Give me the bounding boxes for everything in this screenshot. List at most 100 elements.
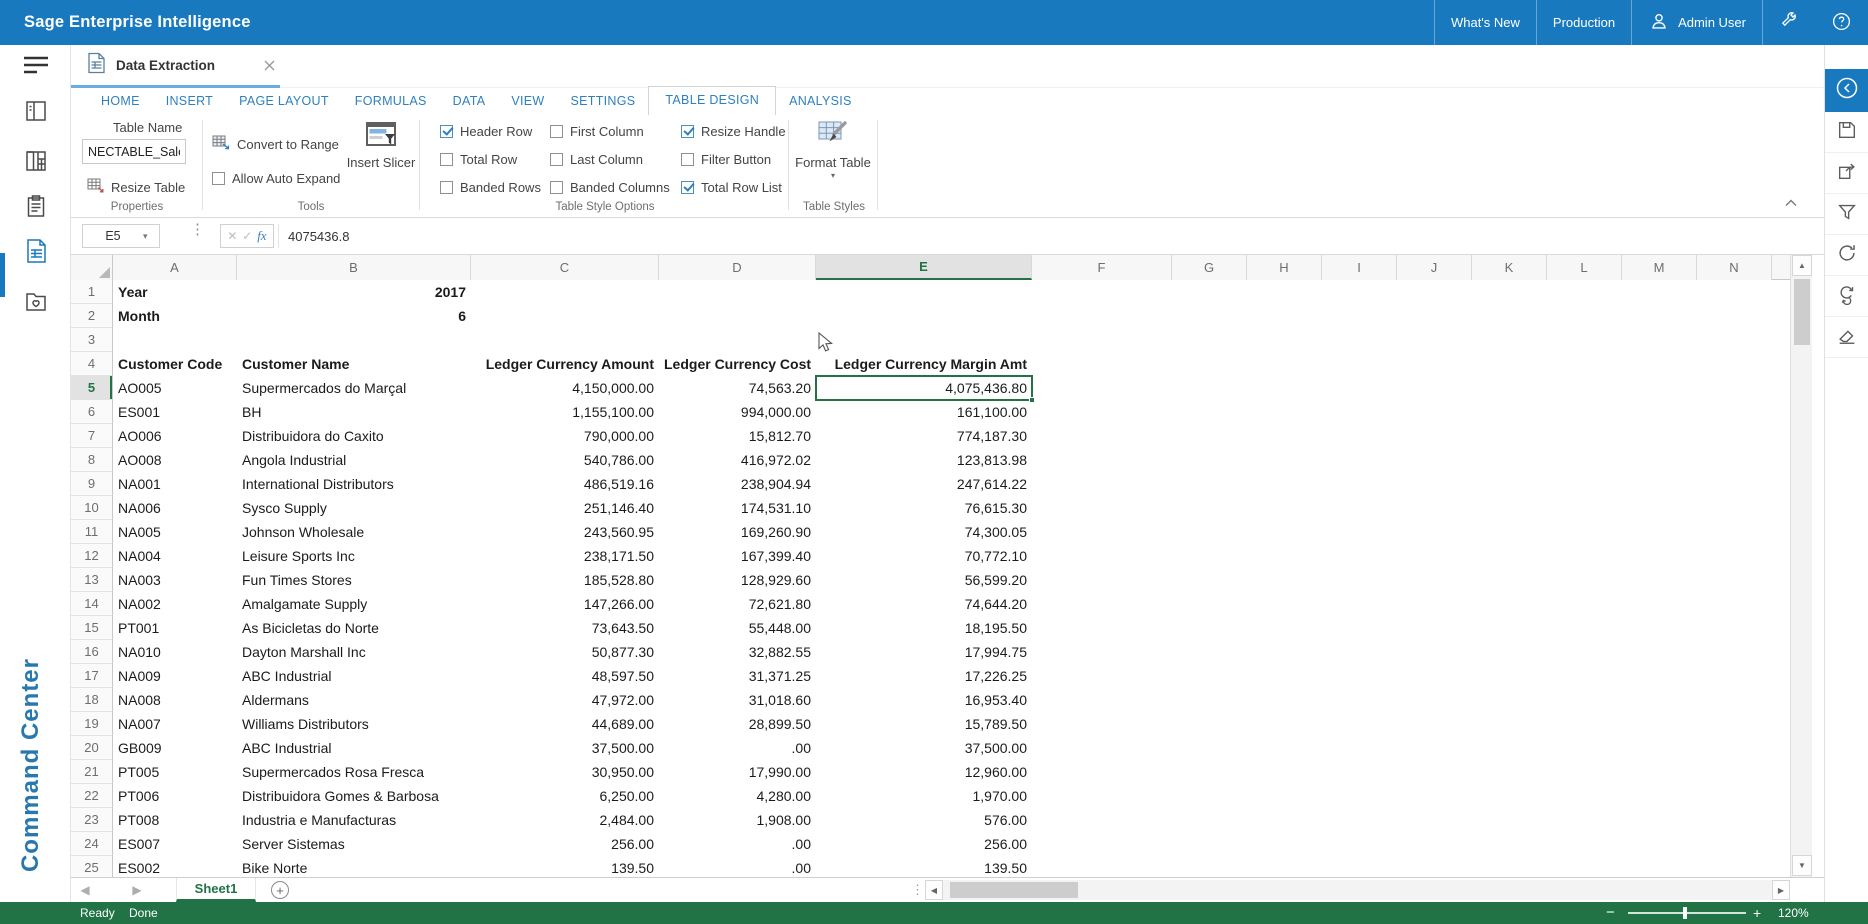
cell-D17[interactable]: 31,371.25 (659, 664, 816, 688)
ribbon-tab-insert[interactable]: INSERT (153, 88, 226, 115)
column-header-B[interactable]: B (237, 255, 471, 280)
cell-B14[interactable]: Amalgamate Supply (237, 592, 471, 616)
column-header-K[interactable]: K (1472, 255, 1547, 280)
cell-B23[interactable]: Industria e Manufacturas (237, 808, 471, 832)
cell-D5[interactable]: 74,563.20 (659, 376, 816, 400)
whats-new-button[interactable]: What's New (1434, 0, 1536, 45)
cell-C5[interactable]: 4,150,000.00 (471, 376, 659, 400)
cell-A16[interactable]: NA010 (113, 640, 237, 664)
cell-A21[interactable]: PT005 (113, 760, 237, 784)
cell-D22[interactable]: 4,280.00 (659, 784, 816, 808)
insert-function-icon[interactable]: fx (257, 228, 266, 244)
column-header-I[interactable]: I (1322, 255, 1397, 280)
collapse-ribbon-button[interactable] (1785, 195, 1797, 210)
tools-button[interactable] (1762, 0, 1815, 45)
share-button[interactable] (1825, 153, 1868, 194)
cell-E10[interactable]: 76,615.30 (816, 496, 1032, 520)
scroll-right-icon[interactable]: ▶ (1772, 880, 1790, 900)
cell-D11[interactable]: 169,260.90 (659, 520, 816, 544)
cell-B9[interactable]: International Distributors (237, 472, 471, 496)
user-menu-button[interactable]: Admin User (1631, 0, 1762, 45)
ribbon-tab-data[interactable]: DATA (440, 88, 499, 115)
cell-A1[interactable]: Year (113, 280, 237, 304)
cell-D7[interactable]: 15,812.70 (659, 424, 816, 448)
style-option-header-row[interactable]: Header Row (440, 124, 532, 139)
menu-button[interactable] (0, 45, 71, 89)
confirm-icon[interactable]: ✓ (242, 229, 252, 243)
cell-A8[interactable]: AO008 (113, 448, 237, 472)
horizontal-scroll-thumb[interactable] (950, 882, 1078, 898)
column-header-N[interactable]: N (1697, 255, 1772, 280)
cell-C13[interactable]: 185,528.80 (471, 568, 659, 592)
cell-C6[interactable]: 1,155,100.00 (471, 400, 659, 424)
column-header-E[interactable]: E (816, 255, 1032, 280)
environment-button[interactable]: Production (1536, 0, 1631, 45)
cell-D25[interactable]: .00 (659, 856, 816, 877)
cell-E21[interactable]: 12,960.00 (816, 760, 1032, 784)
cell-B11[interactable]: Johnson Wholesale (237, 520, 471, 544)
row-header-15[interactable]: 15 (71, 616, 112, 640)
cell-B17[interactable]: ABC Industrial (237, 664, 471, 688)
cell-E7[interactable]: 774,187.30 (816, 424, 1032, 448)
row-header-10[interactable]: 10 (71, 496, 112, 520)
row-header-23[interactable]: 23 (71, 808, 112, 832)
style-option-filter-button[interactable]: Filter Button (681, 152, 771, 167)
sync-button[interactable] (1825, 276, 1868, 317)
cell-E16[interactable]: 17,994.75 (816, 640, 1032, 664)
sidebar-item-notebook[interactable] (0, 91, 71, 135)
scroll-left-icon[interactable]: ◀ (925, 880, 943, 900)
cell-E24[interactable]: 256.00 (816, 832, 1032, 856)
filter-button[interactable] (1825, 194, 1868, 235)
style-option-banded-rows[interactable]: Banded Rows (440, 180, 541, 195)
cell-B19[interactable]: Williams Distributors (237, 712, 471, 736)
allow-auto-expand-checkbox[interactable]: Allow Auto Expand (212, 171, 340, 186)
cell-A11[interactable]: NA005 (113, 520, 237, 544)
cell-A2[interactable]: Month (113, 304, 237, 328)
cell-C4[interactable]: Ledger Currency Amount (471, 352, 659, 376)
cell-B4[interactable]: Customer Name (237, 352, 471, 376)
scroll-up-icon[interactable]: ▲ (1792, 255, 1812, 276)
cell-D13[interactable]: 128,929.60 (659, 568, 816, 592)
cell-B18[interactable]: Aldermans (237, 688, 471, 712)
cell-B15[interactable]: As Bicicletas do Norte (237, 616, 471, 640)
cell-B20[interactable]: ABC Industrial (237, 736, 471, 760)
cell-E5[interactable]: 4,075,436.80 (816, 376, 1032, 400)
cell-A10[interactable]: NA006 (113, 496, 237, 520)
cell-C24[interactable]: 256.00 (471, 832, 659, 856)
cell-D21[interactable]: 17,990.00 (659, 760, 816, 784)
row-header-22[interactable]: 22 (71, 784, 112, 808)
cell-B2[interactable]: 6 (237, 304, 471, 328)
row-header-5[interactable]: 5 (71, 376, 112, 400)
cell-B7[interactable]: Distribuidora do Caxito (237, 424, 471, 448)
cell-E6[interactable]: 161,100.00 (816, 400, 1032, 424)
formula-bar-options-icon[interactable]: ⋮ (190, 223, 202, 236)
scroll-down-icon[interactable]: ▼ (1792, 855, 1812, 876)
row-header-3[interactable]: 3 (71, 328, 112, 352)
row-header-16[interactable]: 16 (71, 640, 112, 664)
cell-B1[interactable]: 2017 (237, 280, 471, 304)
row-header-4[interactable]: 4 (71, 352, 112, 376)
row-header-24[interactable]: 24 (71, 832, 112, 856)
column-header-M[interactable]: M (1622, 255, 1697, 280)
row-header-1[interactable]: 1 (71, 280, 112, 304)
cell-C14[interactable]: 147,266.00 (471, 592, 659, 616)
cell-A13[interactable]: NA003 (113, 568, 237, 592)
cell-D19[interactable]: 28,899.50 (659, 712, 816, 736)
resize-table-button[interactable]: Resize Table (87, 177, 185, 197)
name-box[interactable]: E5 ▾ (82, 224, 160, 248)
row-header-6[interactable]: 6 (71, 400, 112, 424)
cell-C12[interactable]: 238,171.50 (471, 544, 659, 568)
cell-C16[interactable]: 50,877.30 (471, 640, 659, 664)
vertical-scrollbar[interactable]: ▲ ▼ (1790, 255, 1812, 877)
cell-C17[interactable]: 48,597.50 (471, 664, 659, 688)
cell-E22[interactable]: 1,970.00 (816, 784, 1032, 808)
cell-E18[interactable]: 16,953.40 (816, 688, 1032, 712)
sidebar-item-reports[interactable] (0, 186, 71, 230)
row-header-11[interactable]: 11 (71, 520, 112, 544)
cell-C10[interactable]: 251,146.40 (471, 496, 659, 520)
cell-E4[interactable]: Ledger Currency Margin Amt (816, 352, 1032, 376)
sidebar-item-dashboards[interactable] (0, 141, 71, 185)
ribbon-tab-settings[interactable]: SETTINGS (558, 88, 649, 115)
save-button[interactable] (1825, 112, 1868, 153)
cell-A15[interactable]: PT001 (113, 616, 237, 640)
